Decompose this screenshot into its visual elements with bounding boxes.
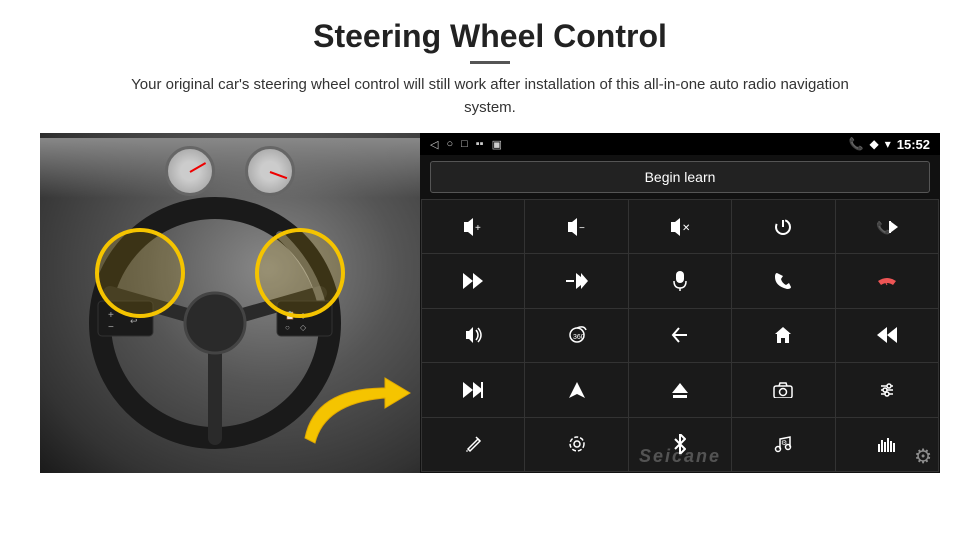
gauge-right — [245, 146, 295, 196]
power-btn[interactable] — [732, 200, 834, 253]
svg-text:360: 360 — [573, 334, 585, 341]
time-display: 15:52 — [897, 137, 930, 152]
eject-btn[interactable] — [629, 363, 731, 416]
svg-text:+: + — [108, 310, 114, 321]
pen-btn[interactable] — [422, 418, 524, 471]
settings-btn[interactable] — [525, 418, 627, 471]
mic-btn[interactable] — [629, 254, 731, 307]
skip-btn[interactable] — [525, 254, 627, 307]
content-row: + − ↩ 📋 ◇ ○ ◇ — [40, 133, 940, 473]
next-btn[interactable] — [422, 254, 524, 307]
phone-prev-btn[interactable]: 📞 — [836, 200, 938, 253]
highlight-left — [95, 228, 185, 318]
arrow-svg — [295, 368, 415, 458]
location-status-icon: ◆ — [869, 137, 878, 151]
prev-track-btn[interactable] — [836, 309, 938, 362]
head-unit: ◁ ○ □ ▪▪ ▣ 📞 ◆ ▾ 15:52 Begin learn — [420, 133, 940, 473]
page-wrapper: Steering Wheel Control Your original car… — [0, 0, 980, 548]
svg-text:+: + — [475, 223, 481, 234]
signal-icon: ▪▪ — [476, 138, 484, 150]
gauge-left — [165, 146, 215, 196]
camera-btn[interactable] — [732, 363, 834, 416]
svg-text:⚙: ⚙ — [781, 439, 787, 447]
gauge-needle-left — [190, 162, 207, 173]
wifi-status-icon: ▾ — [885, 137, 891, 151]
title-divider — [470, 61, 510, 64]
speaker-btn[interactable] — [422, 309, 524, 362]
phone-btn[interactable] — [732, 254, 834, 307]
phone-status-icon: 📞 — [849, 137, 864, 151]
back-btn[interactable] — [629, 309, 731, 362]
svg-text:✕: ✕ — [682, 223, 690, 234]
fast-forward-btn[interactable] — [422, 363, 524, 416]
gear-icon[interactable]: ⚙ — [914, 444, 932, 469]
vol-up-btn[interactable]: + — [422, 200, 524, 253]
svg-text:📞: 📞 — [876, 220, 891, 235]
page-title: Steering Wheel Control — [313, 18, 667, 55]
home-btn[interactable] — [732, 309, 834, 362]
bluetooth-btn[interactable] — [629, 418, 731, 471]
status-left: ◁ ○ □ ▪▪ ▣ — [430, 138, 502, 151]
music-btn[interactable]: ⚙ — [732, 418, 834, 471]
gauge-needle-right — [270, 171, 288, 179]
begin-learn-button[interactable]: Begin learn — [430, 161, 930, 193]
vol-down-btn[interactable]: − — [525, 200, 627, 253]
home-nav-icon[interactable]: ○ — [446, 138, 453, 150]
sd-icon: ▣ — [492, 138, 502, 151]
highlight-right — [255, 228, 345, 318]
hangup-btn[interactable] — [836, 254, 938, 307]
dashboard-hint — [40, 138, 420, 198]
svg-text:−: − — [579, 223, 585, 234]
back-nav-icon[interactable]: ◁ — [430, 138, 438, 151]
status-right: 📞 ◆ ▾ 15:52 — [849, 137, 930, 152]
svg-text:◇: ◇ — [300, 323, 307, 332]
svg-text:−: − — [108, 322, 114, 333]
camera-360-btn[interactable]: 360 — [525, 309, 627, 362]
navigate-btn[interactable] — [525, 363, 627, 416]
eq-btn[interactable] — [836, 363, 938, 416]
mute-btn[interactable]: ✕ — [629, 200, 731, 253]
button-grid: + − ✕ — [421, 199, 939, 472]
page-subtitle: Your original car's steering wheel contr… — [110, 74, 870, 119]
recents-nav-icon[interactable]: □ — [461, 138, 468, 150]
statusbar: ◁ ○ □ ▪▪ ▣ 📞 ◆ ▾ 15:52 — [420, 133, 940, 155]
svg-text:○: ○ — [285, 323, 290, 332]
car-image: + − ↩ 📋 ◇ ○ ◇ — [40, 133, 420, 473]
